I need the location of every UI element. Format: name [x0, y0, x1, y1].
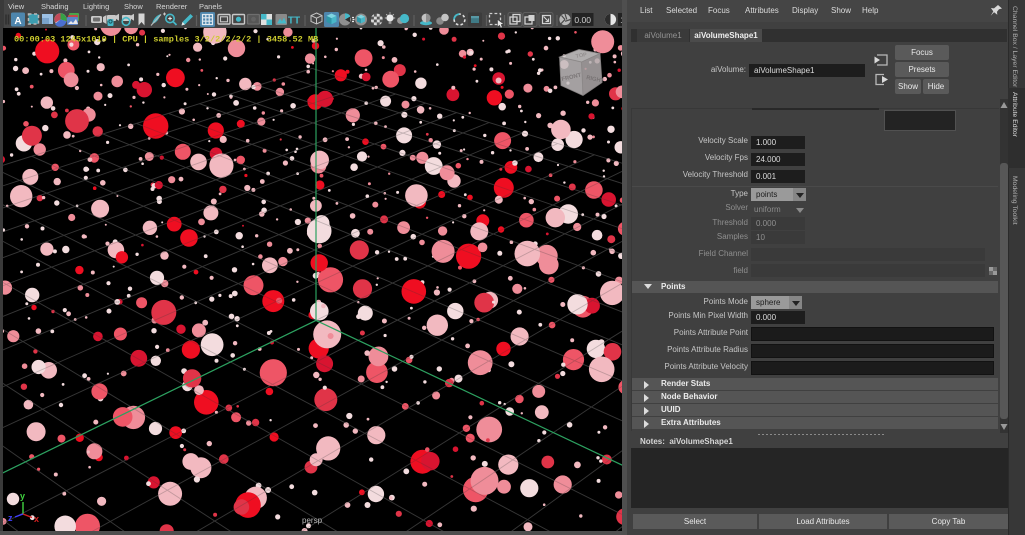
svg-text:A: A [14, 16, 21, 27]
svg-text:persp: persp [302, 516, 323, 525]
svg-text:0.00: 0.00 [574, 15, 591, 25]
svg-text:z: z [8, 513, 13, 523]
svg-text:TT: TT [288, 16, 300, 27]
svg-text:x: x [34, 514, 39, 524]
svg-text:00:00:03 1245x1010 | CPU | sa: 00:00:03 1245x1010 | CPU | samples 3/2/2… [14, 35, 318, 45]
svg-text:y: y [20, 491, 25, 501]
